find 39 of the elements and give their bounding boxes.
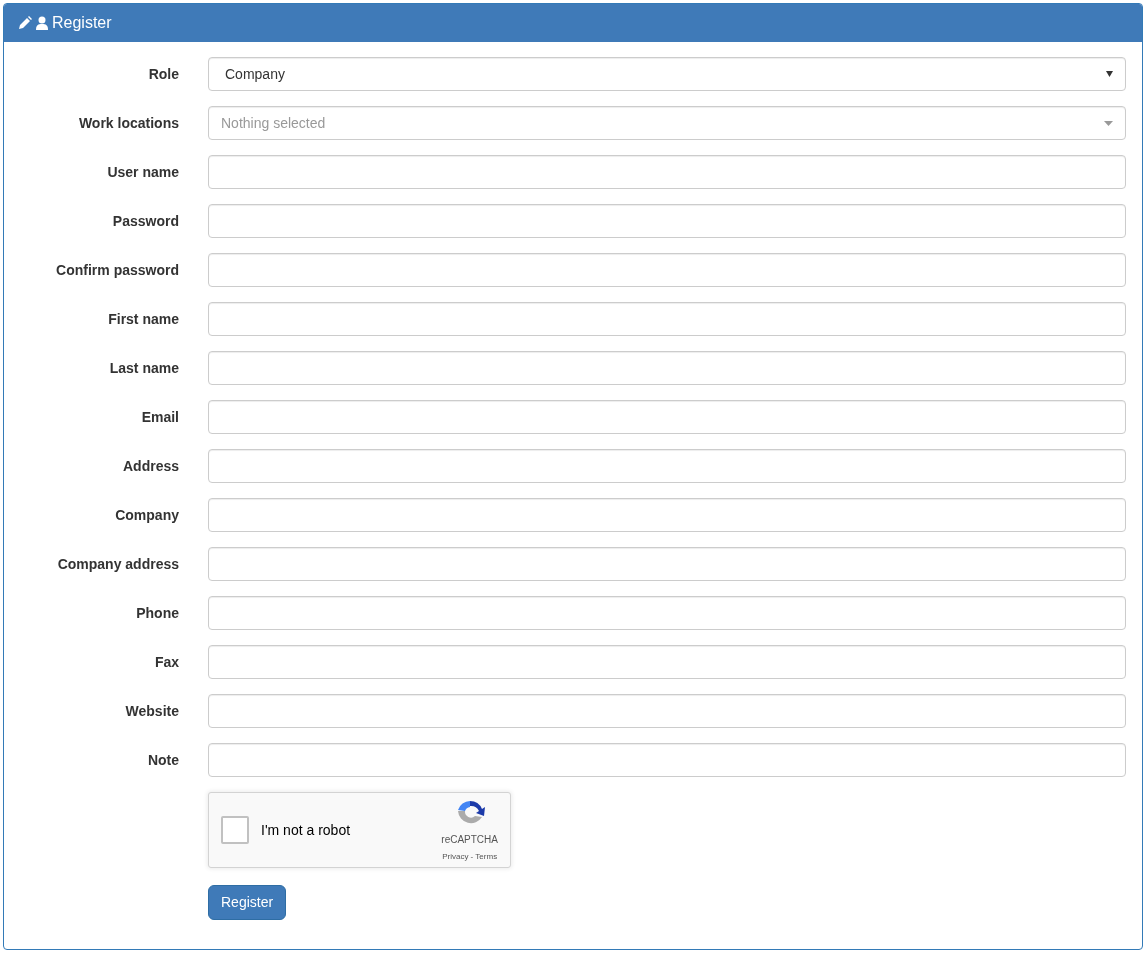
input-field[interactable] (208, 743, 1126, 777)
field-label: Work locations (77, 113, 179, 133)
field-label: Website (124, 701, 179, 721)
field-label: Phone (135, 603, 179, 623)
input-field[interactable] (208, 155, 1126, 189)
field-label: Password (111, 211, 179, 231)
field-label: Fax (153, 652, 179, 672)
select-field[interactable]: Company (208, 57, 1126, 91)
field-label: First name (107, 309, 179, 329)
input-field[interactable] (208, 596, 1126, 630)
captcha-links[interactable]: Privacy - Terms (442, 850, 498, 863)
field-label: Company address (56, 554, 179, 574)
input-field[interactable] (208, 498, 1126, 532)
input-field[interactable] (208, 302, 1126, 336)
dropdown-arrow-icon (1104, 120, 1113, 126)
field-label: Last name (108, 358, 179, 378)
input-field[interactable] (208, 253, 1126, 287)
field-label: Role (147, 64, 179, 84)
pencil-icon (18, 16, 32, 30)
input-field[interactable] (208, 694, 1126, 728)
dropdown-arrow-icon (1106, 71, 1113, 77)
captcha-label: I'm not a robot (261, 820, 351, 840)
field-label: Address (121, 456, 179, 476)
input-field[interactable] (208, 351, 1126, 385)
field-label: Confirm password (55, 260, 179, 280)
input-field[interactable] (208, 204, 1126, 238)
panel-title: Register (52, 13, 112, 33)
input-field[interactable] (208, 449, 1126, 483)
field-label: User name (106, 162, 179, 182)
field-label: Note (146, 750, 179, 770)
input-field[interactable] (208, 547, 1126, 581)
register-button[interactable]: Register (208, 885, 287, 920)
input-field[interactable] (208, 645, 1126, 679)
field-label: Company (114, 505, 179, 525)
input-field[interactable] (208, 400, 1126, 434)
captcha-brand: reCAPTCHA (441, 832, 498, 847)
user-icon (36, 16, 48, 30)
captcha-checkbox[interactable] (221, 816, 249, 844)
field-label: Email (140, 407, 179, 427)
